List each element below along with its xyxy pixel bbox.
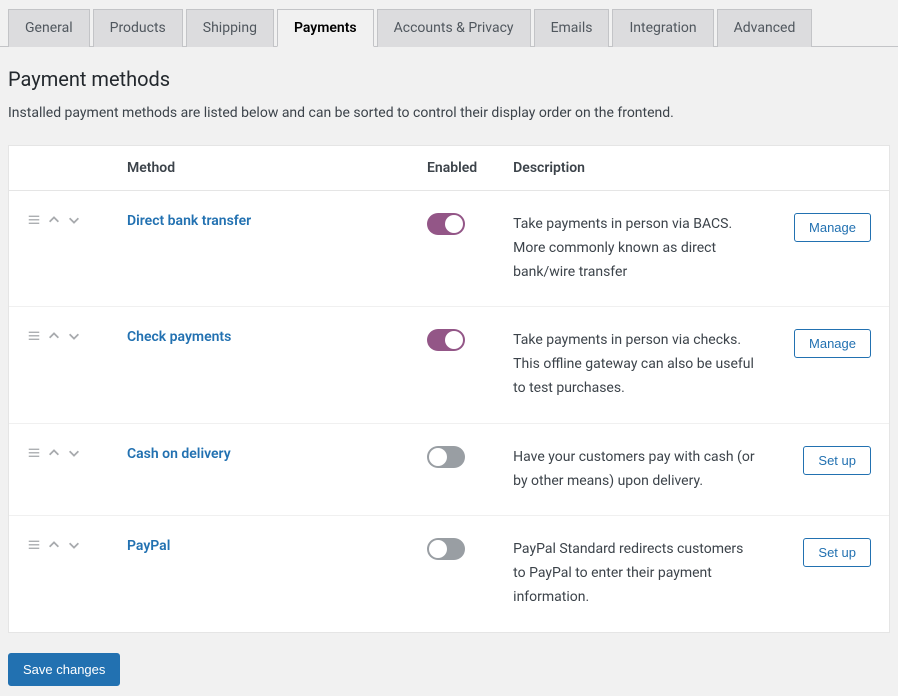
- method-description: Take payments in person via BACS. More c…: [513, 216, 732, 280]
- chevron-down-icon[interactable]: [67, 329, 81, 343]
- drag-handle-icon[interactable]: [27, 329, 41, 343]
- chevron-up-icon[interactable]: [47, 213, 61, 227]
- payment-methods-table: Method Enabled Description Direct bank t…: [8, 145, 890, 633]
- method-link[interactable]: PayPal: [127, 538, 170, 554]
- table-row: Direct bank transfer Take payments in per…: [9, 191, 889, 307]
- chevron-down-icon[interactable]: [67, 538, 81, 552]
- tab-emails[interactable]: Emails: [534, 9, 610, 47]
- tab-accounts-privacy[interactable]: Accounts & Privacy: [377, 9, 531, 47]
- chevron-up-icon[interactable]: [47, 329, 61, 343]
- tab-advanced[interactable]: Advanced: [717, 9, 813, 47]
- save-button[interactable]: Save changes: [8, 653, 120, 686]
- table-row: Check payments Take payments in person vi…: [9, 307, 889, 423]
- col-enabled: Enabled: [409, 146, 495, 191]
- col-action: [776, 146, 889, 191]
- enabled-toggle[interactable]: [427, 446, 465, 468]
- table-row: PayPal PayPal Standard redirects customer…: [9, 516, 889, 632]
- enabled-toggle[interactable]: [427, 213, 465, 235]
- chevron-down-icon[interactable]: [67, 446, 81, 460]
- tab-shipping[interactable]: Shipping: [186, 9, 274, 47]
- settings-tabs: General Products Shipping Payments Accou…: [8, 0, 898, 46]
- tab-general[interactable]: General: [8, 9, 90, 47]
- enabled-toggle[interactable]: [427, 538, 465, 560]
- chevron-down-icon[interactable]: [67, 213, 81, 227]
- setup-button[interactable]: Set up: [803, 446, 871, 475]
- method-description: Take payments in person via checks. This…: [513, 332, 754, 396]
- drag-handle-icon[interactable]: [27, 446, 41, 460]
- manage-button[interactable]: Manage: [794, 213, 871, 242]
- page-title: Payment methods: [8, 67, 890, 91]
- enabled-toggle[interactable]: [427, 329, 465, 351]
- method-link[interactable]: Direct bank transfer: [127, 213, 251, 229]
- drag-handle-icon[interactable]: [27, 538, 41, 552]
- method-description: PayPal Standard redirects customers to P…: [513, 541, 743, 605]
- drag-handle-icon[interactable]: [27, 213, 41, 227]
- tab-products[interactable]: Products: [93, 9, 183, 47]
- manage-button[interactable]: Manage: [794, 329, 871, 358]
- method-link[interactable]: Check payments: [127, 329, 231, 345]
- page-subtitle: Installed payment methods are listed bel…: [8, 105, 890, 121]
- tab-integration[interactable]: Integration: [612, 9, 713, 47]
- col-sort: [9, 146, 109, 191]
- tab-payments[interactable]: Payments: [277, 9, 374, 47]
- method-description: Have your customers pay with cash (or by…: [513, 449, 754, 489]
- table-row: Cash on delivery Have your customers pay …: [9, 423, 889, 516]
- setup-button[interactable]: Set up: [803, 538, 871, 567]
- col-description: Description: [495, 146, 776, 191]
- chevron-up-icon[interactable]: [47, 538, 61, 552]
- chevron-up-icon[interactable]: [47, 446, 61, 460]
- col-method: Method: [109, 146, 409, 191]
- method-link[interactable]: Cash on delivery: [127, 446, 231, 462]
